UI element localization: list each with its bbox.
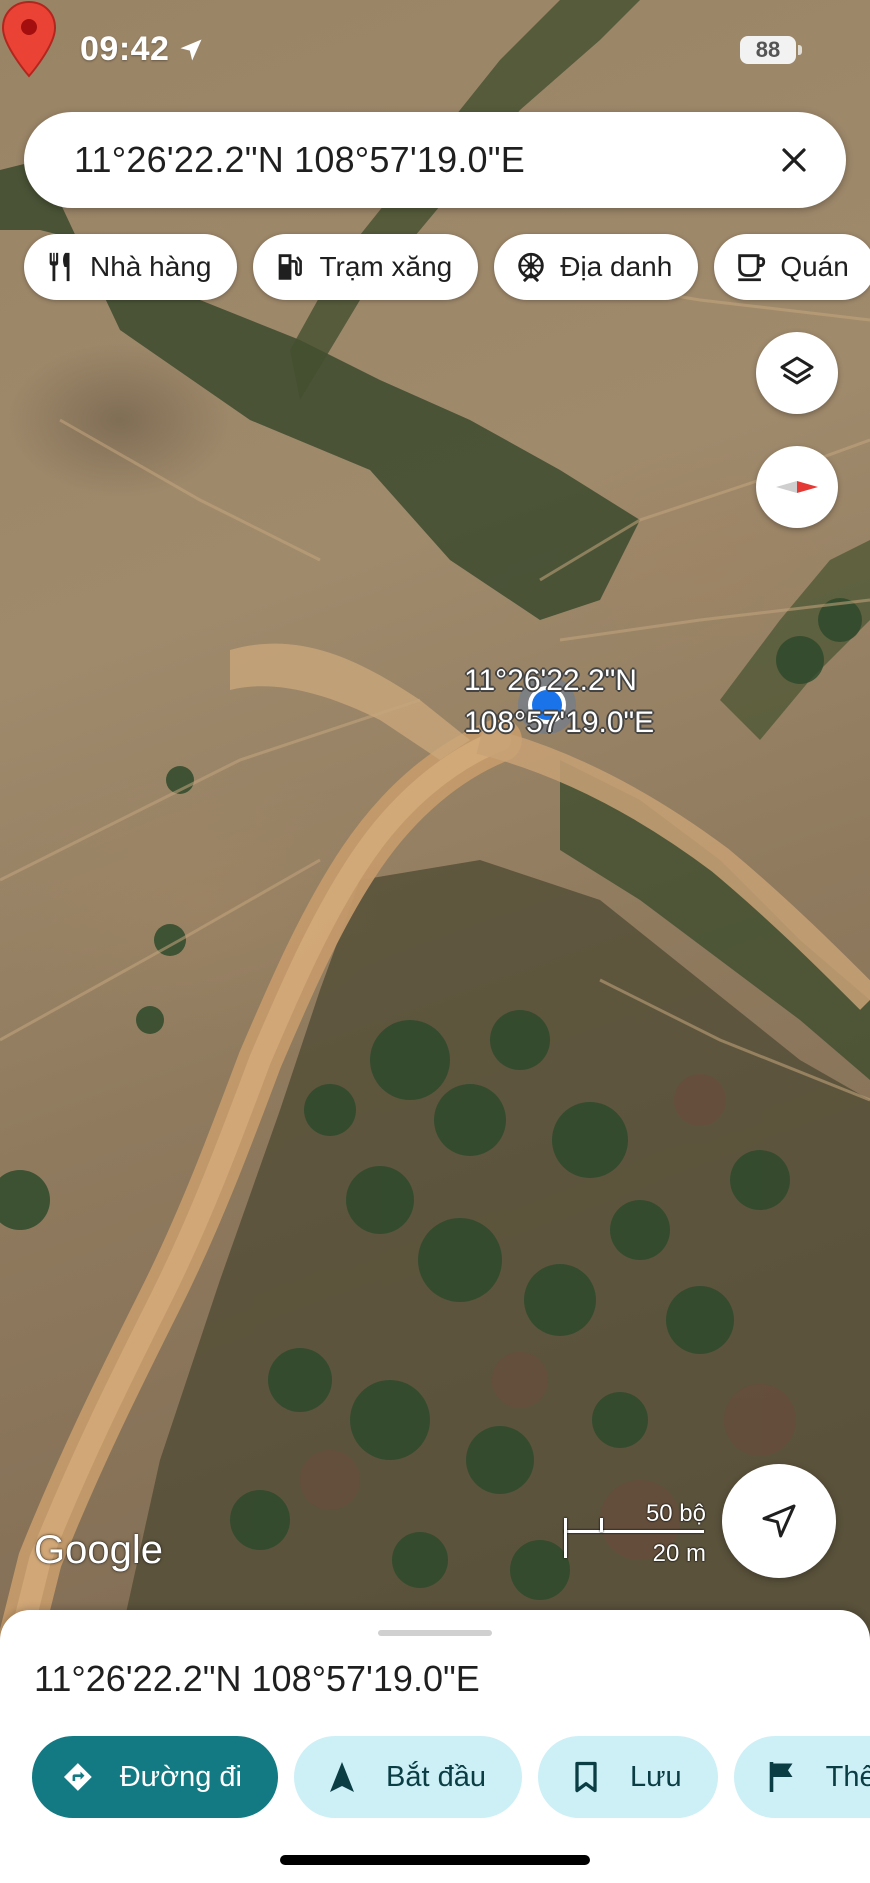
scale-tick	[600, 1518, 603, 1532]
scale-metric: 20 m	[652, 1540, 706, 1567]
gas-station-icon	[279, 254, 303, 280]
action-label: Lưu	[629, 1760, 682, 1793]
scale-tick	[564, 1518, 567, 1558]
directions-button[interactable]: Đường đi	[32, 1736, 278, 1818]
pin-label-longitude: 108°57'19.0"E	[464, 706, 655, 739]
action-buttons: Đường đi Bắt đầu Lưu Thêm	[32, 1736, 870, 1818]
flag-icon	[769, 1762, 793, 1792]
restaurant-icon	[49, 252, 70, 282]
navigation-arrow-icon	[762, 1504, 796, 1538]
chip-restaurants[interactable]: Nhà hàng	[24, 234, 238, 300]
pin-coordinates-label: 11°26'22.2"N 108°57'19.0"E	[464, 660, 654, 744]
my-location-button[interactable]	[722, 1464, 836, 1578]
bookmark-icon	[575, 1761, 597, 1793]
map-scale: 50 bộ 20 m	[562, 1500, 712, 1572]
add-label-button[interactable]: Thêm	[733, 1736, 870, 1818]
compass-icon	[776, 481, 818, 493]
close-button[interactable]	[770, 136, 818, 184]
navigate-start-icon	[330, 1762, 354, 1792]
chip-landmarks[interactable]: Địa danh	[494, 234, 699, 300]
save-button[interactable]: Lưu	[537, 1736, 718, 1818]
chip-gas-stations[interactable]: Trạm xăng	[253, 234, 479, 300]
location-arrow-icon	[180, 39, 202, 60]
landmark-icon	[518, 252, 544, 283]
chip-cafes[interactable]: Quán	[714, 234, 870, 300]
search-bar[interactable]: 11°26'22.2"N 108°57'19.0"E	[24, 112, 846, 208]
action-label: Thêm	[825, 1760, 870, 1793]
compass-button[interactable]	[756, 446, 838, 528]
chip-label: Trạm xăng	[319, 251, 453, 282]
clock: 09:42	[80, 30, 170, 68]
action-label: Bắt đầu	[386, 1760, 486, 1793]
place-bottom-sheet[interactable]: 11°26'22.2"N 108°57'19.0"E Đường đi Bắt …	[0, 1610, 870, 1883]
start-button[interactable]: Bắt đầu	[294, 1736, 522, 1818]
battery-level: 88	[755, 37, 781, 62]
directions-icon	[63, 1763, 92, 1791]
chip-label: Địa danh	[560, 251, 673, 282]
battery-indicator: 88	[740, 36, 802, 64]
location-pin-icon[interactable]	[0, 0, 58, 80]
layers-button[interactable]	[756, 332, 838, 414]
google-attribution: Google	[34, 1528, 163, 1572]
status-bar-time: 09:42	[80, 30, 205, 69]
layers-icon	[780, 356, 814, 385]
search-query[interactable]: 11°26'22.2"N 108°57'19.0"E	[74, 139, 770, 181]
chip-label: Nhà hàng	[90, 251, 212, 282]
drag-handle[interactable]	[378, 1630, 492, 1636]
close-icon	[782, 148, 806, 172]
coffee-icon	[738, 254, 766, 282]
scale-bar	[564, 1530, 704, 1533]
category-chips: Nhà hàng Trạm xăng Địa danh Quán	[24, 234, 870, 300]
place-title: 11°26'22.2"N 108°57'19.0"E	[34, 1658, 480, 1699]
pin-label-latitude: 11°26'22.2"N	[464, 664, 637, 697]
action-label: Đường đi	[119, 1760, 242, 1793]
scale-imperial: 50 bộ	[645, 1500, 706, 1527]
home-indicator[interactable]	[280, 1855, 590, 1865]
chip-label: Quán	[780, 251, 849, 282]
